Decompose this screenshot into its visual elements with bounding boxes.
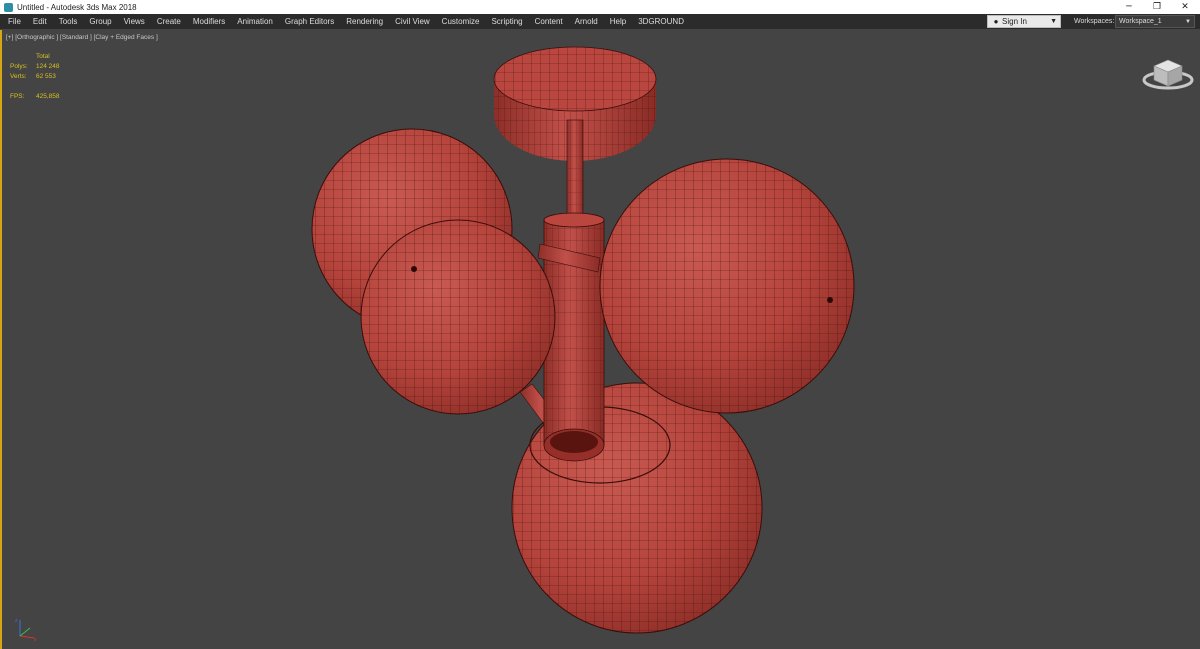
menu-tools[interactable]: Tools: [53, 14, 84, 29]
workspaces-label: Workspaces:: [1074, 18, 1115, 25]
close-button[interactable]: ✕: [1171, 0, 1199, 14]
workspace-dropdown[interactable]: Workspace_1 ▼: [1115, 15, 1195, 28]
menu-content[interactable]: Content: [529, 14, 569, 29]
menu-3dground[interactable]: 3DGROUND: [632, 14, 690, 29]
menu-help[interactable]: Help: [604, 14, 632, 29]
stats-polys-label: Polys:: [10, 63, 28, 70]
window-title: Untitled - Autodesk 3ds Max 2018: [17, 2, 137, 12]
sign-in-button[interactable]: ● Sign In ▼: [987, 15, 1061, 28]
sphere-front-left[interactable]: [360, 219, 556, 415]
app-icon: [4, 2, 13, 12]
menu-scripting[interactable]: Scripting: [485, 14, 528, 29]
restore-button[interactable]: ❐: [1143, 0, 1171, 14]
workspace-value: Workspace_1: [1119, 18, 1162, 25]
stats-verts-label: Verts:: [10, 73, 27, 80]
menu-create[interactable]: Create: [151, 14, 187, 29]
menu-modifiers[interactable]: Modifiers: [187, 14, 231, 29]
stats-fps-value: 425,858: [36, 93, 60, 100]
menu-arnold[interactable]: Arnold: [569, 14, 604, 29]
svg-text:x: x: [34, 637, 37, 642]
chevron-down-icon: ▼: [1050, 18, 1057, 25]
stats-total-header: Total: [36, 53, 50, 60]
menu-group[interactable]: Group: [83, 14, 117, 29]
menu-edit[interactable]: Edit: [27, 14, 53, 29]
viewcube-icon[interactable]: [1140, 52, 1196, 92]
menu-graph-editors[interactable]: Graph Editors: [279, 14, 340, 29]
stats-verts-value: 62 553: [36, 73, 56, 80]
menu-rendering[interactable]: Rendering: [340, 14, 389, 29]
chandelier-model[interactable]: [0, 30, 1200, 649]
viewport-label[interactable]: [+] [Orthographic ] [Standard ] [Clay + …: [6, 34, 158, 41]
center-rod: [566, 119, 584, 221]
svg-text:z: z: [15, 618, 18, 624]
sphere-right[interactable]: [599, 158, 855, 414]
stats-polys-value: 124 248: [36, 63, 60, 70]
minimize-button[interactable]: ─: [1115, 0, 1143, 14]
menu-civil-view[interactable]: Civil View: [389, 14, 436, 29]
axis-tripod-icon: x z: [15, 618, 37, 642]
chevron-down-icon: ▼: [1185, 18, 1191, 25]
menu-file[interactable]: File: [0, 14, 27, 29]
perspective-viewport[interactable]: [+] [Orthographic ] [Standard ] [Clay + …: [0, 30, 1200, 649]
title-bar: Untitled - Autodesk 3ds Max 2018 ─ ❐ ✕: [0, 0, 1200, 14]
menu-views[interactable]: Views: [118, 14, 151, 29]
stats-fps-label: FPS:: [10, 93, 25, 100]
menu-customize[interactable]: Customize: [436, 14, 486, 29]
menu-animation[interactable]: Animation: [231, 14, 279, 29]
user-icon: ●: [993, 17, 999, 26]
sign-in-label: Sign In: [1002, 17, 1027, 26]
